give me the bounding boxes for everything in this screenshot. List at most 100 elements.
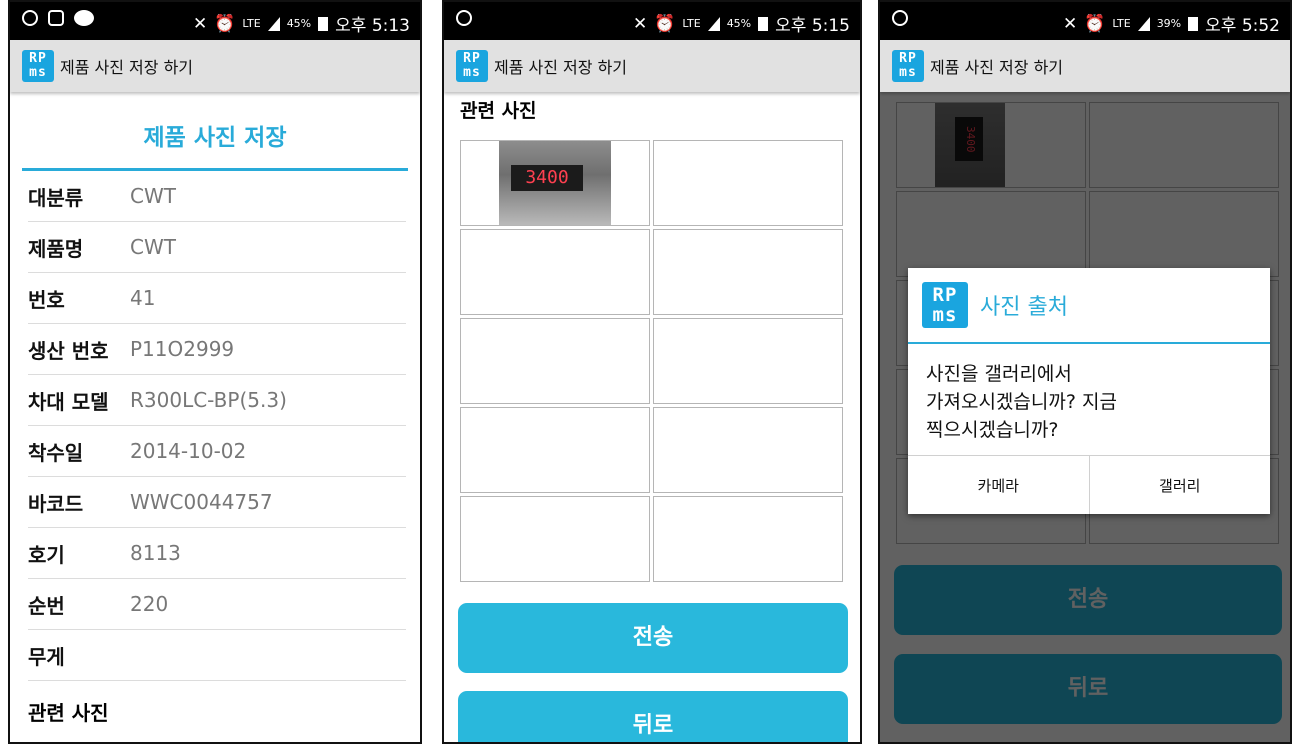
field-category: 대분류 CWT bbox=[28, 171, 406, 222]
form-title: 제품 사진 저장 bbox=[143, 125, 287, 151]
app-notification-icon bbox=[456, 10, 472, 26]
dialog-message: 사진을 갤러리에서 가져오시겠습니까? 지금 찍으시겠습니까? bbox=[908, 344, 1270, 454]
screenshot-icon bbox=[48, 10, 64, 26]
dialog-message-line: 사진을 갤러리에서 bbox=[926, 363, 1072, 385]
field-product-name: 제품명 CWT bbox=[28, 222, 406, 273]
app-title: 제품 사진 저장 하기 bbox=[930, 58, 1064, 77]
network-type: LTE bbox=[1112, 17, 1131, 30]
battery-icon bbox=[758, 16, 769, 31]
field-label: 호기 bbox=[28, 542, 65, 567]
battery-percent: 39% bbox=[1156, 17, 1182, 30]
photo-slot-10[interactable] bbox=[653, 496, 843, 582]
alarm-icon: ⏰ bbox=[1084, 13, 1106, 34]
app-notification-icon bbox=[892, 10, 908, 26]
photo-slot-3[interactable] bbox=[460, 229, 650, 315]
network-type: LTE bbox=[242, 17, 261, 30]
field-value: 8113 bbox=[130, 541, 181, 565]
app-bar: RP ms 제품 사진 저장 하기 bbox=[10, 40, 420, 92]
app-title: 제품 사진 저장 하기 bbox=[60, 58, 194, 77]
signal-icon bbox=[707, 16, 720, 31]
dialog-title: 사진 출처 bbox=[980, 295, 1068, 320]
app-logo-icon: RP ms bbox=[22, 50, 54, 82]
field-label: 착수일 bbox=[28, 440, 84, 465]
field-value: 220 bbox=[130, 592, 169, 616]
talk-icon bbox=[74, 10, 94, 26]
app-bar: RP ms 제품 사진 저장 하기 bbox=[880, 40, 1290, 92]
network-type: LTE bbox=[682, 17, 701, 30]
app-logo-icon: RP ms bbox=[892, 50, 924, 82]
screen-photo-grid: ✕ ⏰ LTE 45% 오후 5:15 RP ms 제품 사진 저장 하기 관련 … bbox=[442, 0, 862, 744]
photo-thumbnail: 3400 bbox=[499, 141, 611, 225]
alarm-icon: ⏰ bbox=[214, 13, 236, 34]
field-value: 41 bbox=[130, 286, 156, 310]
battery-percent: 45% bbox=[286, 17, 312, 30]
dialog-message-line: 찍으시겠습니까? bbox=[926, 419, 1059, 441]
field-sequence: 순번 220 bbox=[28, 579, 406, 630]
field-weight: 무게 bbox=[28, 630, 406, 681]
photo-slot-2[interactable] bbox=[653, 140, 843, 226]
camera-button[interactable]: 카메라 bbox=[908, 456, 1089, 514]
field-label: 차대 모델 bbox=[28, 389, 109, 414]
field-label: 제품명 bbox=[28, 236, 84, 261]
photo-source-dialog: RP ms 사진 출처 사진을 갤러리에서 가져오시겠습니까? 지금 찍으시겠습니… bbox=[908, 268, 1270, 514]
photo-slot-1[interactable]: 3400 bbox=[460, 140, 650, 226]
photo-slot-7[interactable] bbox=[460, 407, 650, 493]
field-label: 생산 번호 bbox=[28, 338, 109, 363]
app-bar: RP ms 제품 사진 저장 하기 bbox=[444, 40, 860, 92]
field-unit-no: 호기 8113 bbox=[28, 528, 406, 579]
field-value: P11O2999 bbox=[130, 337, 235, 361]
related-photos-label: 관련 사진 bbox=[28, 701, 109, 725]
field-barcode: 바코드 WWC0044757 bbox=[28, 477, 406, 528]
field-value: WWC0044757 bbox=[130, 490, 273, 514]
app-notification-icon bbox=[22, 10, 38, 26]
field-value: CWT bbox=[130, 235, 176, 259]
battery-icon bbox=[1188, 16, 1199, 31]
related-photos-label: 관련 사진 bbox=[460, 100, 537, 122]
battery-percent: 45% bbox=[726, 17, 752, 30]
status-bar: ✕ ⏰ LTE 39% 오후 5:52 bbox=[880, 2, 1290, 40]
field-label: 번호 bbox=[28, 287, 65, 312]
dialog-header: RP ms 사진 출처 bbox=[908, 268, 1270, 342]
field-list: 대분류 CWT 제품명 CWT 번호 41 생산 번호 P11O2999 차대 모델 R3… bbox=[10, 171, 420, 681]
screen-product-form: ✕ ⏰ LTE 45% 오후 5:13 RP ms 제품 사진 저장 하기 제품 … bbox=[8, 0, 422, 744]
signal-icon bbox=[267, 16, 280, 31]
field-label: 순번 bbox=[28, 593, 65, 618]
photo-slot-5[interactable] bbox=[460, 318, 650, 404]
field-number: 번호 41 bbox=[28, 273, 406, 324]
field-production-number: 생산 번호 P11O2999 bbox=[28, 324, 406, 375]
field-label: 바코드 bbox=[28, 491, 84, 516]
mute-icon: ✕ bbox=[1062, 13, 1078, 34]
app-logo-icon: RP ms bbox=[456, 50, 488, 82]
clock: 오후 5:13 bbox=[335, 16, 410, 36]
mute-icon: ✕ bbox=[192, 13, 208, 34]
dialog-buttons: 카메라 갤러리 bbox=[908, 455, 1270, 514]
field-value: 2014-10-02 bbox=[130, 439, 247, 463]
app-logo-icon: RP ms bbox=[922, 282, 968, 328]
gallery-button[interactable]: 갤러리 bbox=[1088, 456, 1271, 514]
dialog-message-line: 가져오시겠습니까? 지금 bbox=[926, 391, 1117, 413]
send-button[interactable]: 전송 bbox=[458, 603, 848, 673]
display-reading: 3400 bbox=[511, 165, 583, 191]
clock: 오후 5:52 bbox=[1205, 16, 1280, 36]
field-label: 무게 bbox=[28, 644, 65, 669]
photo-slot-8[interactable] bbox=[653, 407, 843, 493]
photo-slot-9[interactable] bbox=[460, 496, 650, 582]
photo-grid: 3400 bbox=[460, 140, 843, 582]
photo-slot-6[interactable] bbox=[653, 318, 843, 404]
signal-icon bbox=[1137, 16, 1150, 31]
status-bar: ✕ ⏰ LTE 45% 오후 5:13 bbox=[10, 2, 420, 40]
alarm-icon: ⏰ bbox=[654, 13, 676, 34]
field-value: CWT bbox=[130, 184, 176, 208]
field-value: R300LC-BP(5.3) bbox=[130, 388, 287, 412]
status-bar: ✕ ⏰ LTE 45% 오후 5:15 bbox=[444, 2, 860, 40]
app-title: 제품 사진 저장 하기 bbox=[494, 58, 628, 77]
clock: 오후 5:15 bbox=[775, 16, 850, 36]
field-label: 대분류 bbox=[28, 185, 84, 210]
field-start-date: 착수일 2014-10-02 bbox=[28, 426, 406, 477]
back-button[interactable]: 뒤로 bbox=[458, 691, 848, 742]
screen-photo-source-dialog: ✕ ⏰ LTE 39% 오후 5:52 RPms 제품 사진 저장 하기 340… bbox=[878, 0, 1292, 744]
mute-icon: ✕ bbox=[632, 13, 648, 34]
battery-icon bbox=[318, 16, 329, 31]
photo-slot-4[interactable] bbox=[653, 229, 843, 315]
field-chassis-model: 차대 모델 R300LC-BP(5.3) bbox=[28, 375, 406, 426]
